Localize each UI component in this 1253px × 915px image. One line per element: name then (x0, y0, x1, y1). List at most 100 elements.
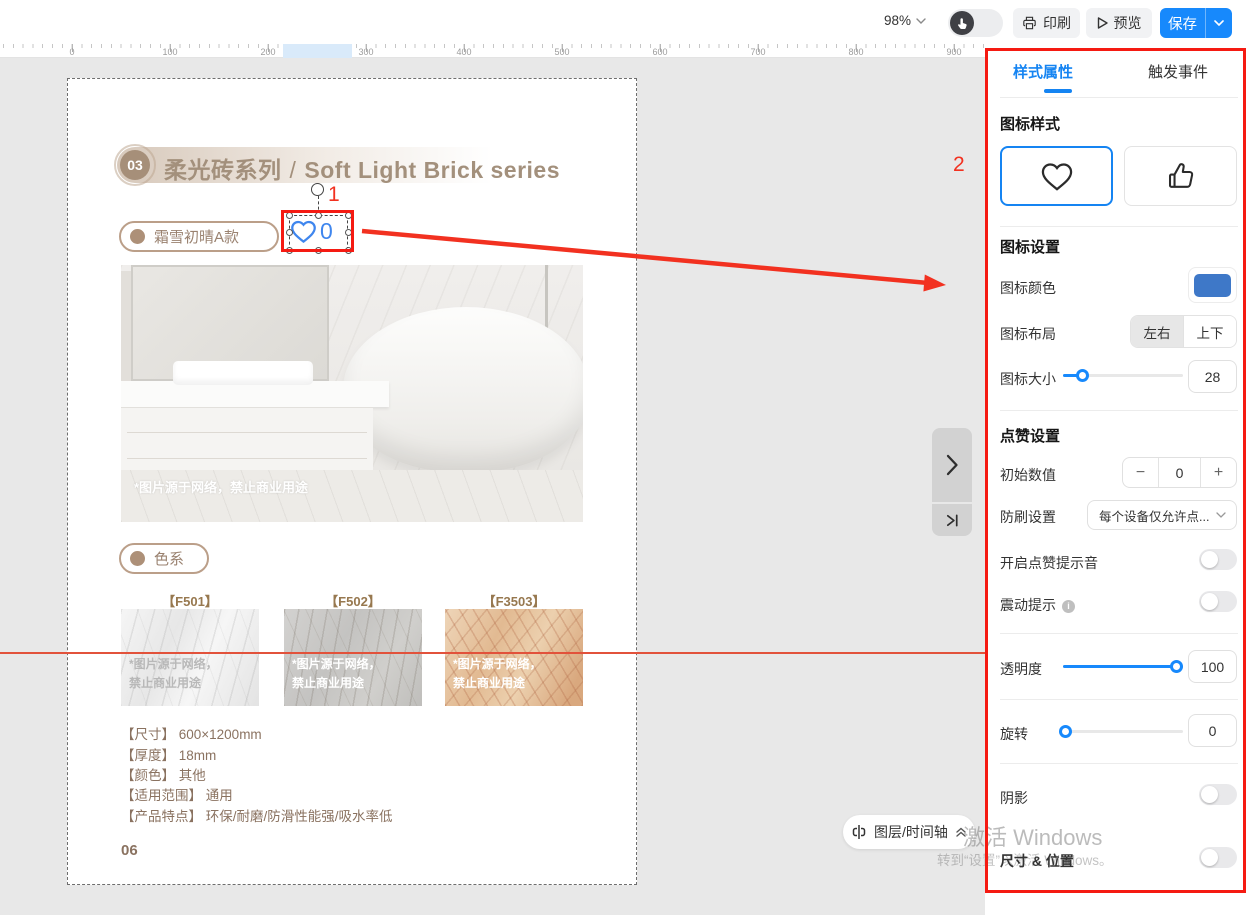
spec-line[interactable]: 【产品特点】 环保/耐磨/防滑性能强/吸水率低 (121, 805, 393, 825)
anti-spam-select[interactable]: 每个设备仅允许点... (1087, 500, 1237, 530)
touch-mode-knob (950, 11, 974, 35)
title-separator: / (290, 157, 297, 183)
layout-left-right-option[interactable]: 左右 (1131, 316, 1183, 347)
chevron-right-bar-icon (945, 513, 960, 528)
selection-handle-s[interactable] (315, 247, 322, 254)
spec-line[interactable]: 【颜色】 其他 (121, 764, 206, 784)
selection-handle-ne[interactable] (345, 212, 352, 219)
page-nav-group (932, 428, 972, 536)
rotate-input[interactable]: 0 (1188, 714, 1237, 747)
product-name-pill[interactable]: 霜雪初晴A款 (119, 221, 279, 252)
anti-spam-selected-value: 每个设备仅允许点... (1099, 506, 1210, 525)
preview-button[interactable]: 预览 (1086, 8, 1152, 38)
section-number-badge[interactable]: 03 (120, 150, 150, 180)
ruler-tick-label: 700 (750, 47, 765, 57)
vibrate-toggle[interactable] (1199, 591, 1237, 612)
icon-style-heart-option[interactable] (1000, 146, 1113, 206)
zoom-level-control[interactable]: 98% (884, 13, 926, 28)
opacity-slider-knob[interactable] (1170, 660, 1183, 673)
ruler-tick-label: 600 (652, 47, 667, 57)
divider (1000, 633, 1238, 634)
print-button[interactable]: 印刷 (1013, 8, 1080, 38)
swatch-watermark: *图片源于网络， (292, 657, 381, 671)
double-chevron-up-icon (955, 826, 967, 838)
opacity-slider[interactable] (1063, 665, 1183, 668)
stepper-value[interactable]: 0 (1158, 458, 1201, 487)
horizontal-guide-line (0, 652, 985, 654)
stepper-minus-button[interactable]: − (1123, 458, 1158, 487)
rotation-handle[interactable] (311, 183, 324, 196)
touch-mode-toggle[interactable] (948, 9, 1003, 37)
swatch-watermark: *图片源于网络， (453, 657, 542, 671)
size-position-toggle[interactable] (1199, 847, 1237, 868)
section-icon-settings: 图标设置 (1000, 236, 1060, 257)
vibrate-label: 震动提示i (1000, 595, 1075, 615)
marble-swatch-f3503[interactable]: *图片源于网络，禁止商业用途 (445, 609, 583, 706)
ruler-tick-label: 300 (358, 47, 373, 57)
info-icon[interactable]: i (1062, 600, 1075, 613)
divider (1000, 763, 1238, 764)
opacity-input[interactable]: 100 (1188, 650, 1237, 683)
anti-spam-label: 防刷设置 (1000, 507, 1056, 527)
icon-color-picker[interactable] (1188, 267, 1237, 303)
toggle-knob (1201, 593, 1218, 610)
print-button-label: 印刷 (1043, 13, 1071, 33)
layers-timeline-label: 图层/时间轴 (874, 822, 948, 842)
last-page-button[interactable] (932, 504, 972, 536)
tab-trigger-events[interactable]: 触发事件 (1140, 61, 1216, 82)
section-icon-style: 图标样式 (1000, 113, 1060, 134)
selection-handle-nw[interactable] (286, 212, 293, 219)
icon-size-input[interactable]: 28 (1188, 360, 1237, 393)
marble-swatch-f502[interactable]: *图片源于网络，禁止商业用途 (284, 609, 422, 706)
color-series-pill[interactable]: 色系 (119, 543, 209, 574)
page-number[interactable]: 06 (121, 842, 138, 859)
ruler-tick-label: 900 (946, 47, 961, 57)
rotate-slider[interactable] (1063, 730, 1183, 733)
page-title[interactable]: 柔光砖系列/Soft Light Brick series (164, 151, 560, 185)
spec-line[interactable]: 【厚度】 18mm (121, 744, 216, 764)
selection-handle-se[interactable] (345, 247, 352, 254)
selection-handle-e[interactable] (345, 229, 352, 236)
rotate-slider-knob[interactable] (1059, 725, 1072, 738)
bathroom-photo[interactable]: *图片源于网络，禁止商业用途 (121, 265, 583, 522)
tab-style-properties[interactable]: 样式属性 (1005, 61, 1081, 82)
icon-size-label: 图标大小 (1000, 369, 1056, 389)
chevron-down-icon (1214, 20, 1224, 26)
design-page[interactable]: 03 柔光砖系列/Soft Light Brick series 霜雪初晴A款 … (67, 78, 637, 885)
selection-handle-w[interactable] (286, 229, 293, 236)
save-button-label[interactable]: 保存 (1160, 13, 1205, 34)
selection-handle-n[interactable] (315, 212, 322, 219)
horizontal-ruler: 0 100 200 300 400 500 600 700 800 900 (0, 44, 985, 58)
save-split-button[interactable]: 保存 (1160, 8, 1232, 38)
ruler-tick-label: 500 (554, 47, 569, 57)
editor-app: 98% 印刷 预览 保存 0 100 200 300 4 (0, 0, 1253, 915)
icon-size-slider-knob[interactable] (1076, 369, 1089, 382)
ruler-tick-label: 200 (260, 47, 275, 57)
spec-line[interactable]: 【适用范围】 通用 (121, 784, 233, 804)
initial-value-label: 初始数值 (1000, 465, 1056, 485)
selection-handle-sw[interactable] (286, 247, 293, 254)
shadow-label: 阴影 (1000, 788, 1028, 808)
shadow-toggle[interactable] (1199, 784, 1237, 805)
design-canvas[interactable]: 03 柔光砖系列/Soft Light Brick series 霜雪初晴A款 … (0, 58, 985, 915)
like-sound-toggle[interactable] (1199, 549, 1237, 570)
save-dropdown-button[interactable] (1206, 20, 1232, 26)
icon-style-thumbsup-option[interactable] (1124, 146, 1237, 206)
toggle-knob (1201, 786, 1218, 803)
layout-top-bottom-option[interactable]: 上下 (1183, 316, 1236, 347)
marble-swatch-f501[interactable]: *图片源于网络， 禁止商业用途 (121, 609, 259, 706)
chevron-down-icon (916, 18, 926, 24)
printer-icon (1022, 16, 1037, 30)
icon-color-chip (1194, 274, 1231, 297)
icon-layout-segment: 左右 上下 (1130, 315, 1237, 348)
swatch-watermark: *图片源于网络， (129, 657, 218, 671)
thumbs-up-icon (1165, 161, 1197, 192)
swatch-watermark: 禁止商业用途 (129, 676, 201, 690)
next-page-button[interactable] (932, 428, 972, 502)
stepper-plus-button[interactable]: + (1201, 458, 1236, 487)
photo-sink (173, 361, 313, 385)
swatch-label: 【F502】 (284, 591, 422, 610)
spec-line[interactable]: 【尺寸】 600×1200mm (121, 723, 262, 743)
layers-timeline-button[interactable]: 图层/时间轴 (843, 815, 975, 849)
divider (1000, 97, 1238, 98)
